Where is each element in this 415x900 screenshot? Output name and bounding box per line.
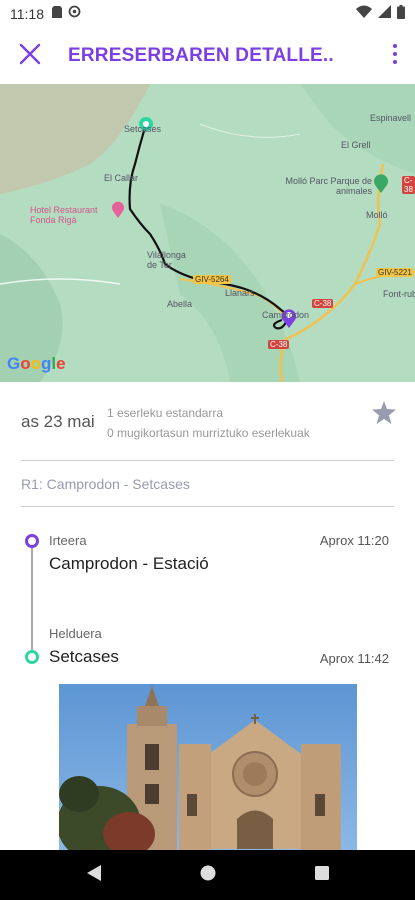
favorite-button[interactable] — [369, 400, 399, 430]
back-button[interactable] — [81, 862, 107, 888]
home-button[interactable] — [195, 862, 221, 888]
departure-stop: Camprodon - Estació — [49, 554, 209, 573]
road-badge: C-38 — [312, 299, 334, 308]
arrival-time: Aprox 11:42 — [319, 651, 389, 666]
arrival-label: Helduera — [49, 626, 102, 641]
destination-photo — [59, 684, 357, 850]
road-badge: C-38 — [402, 176, 415, 194]
recents-icon — [314, 865, 329, 885]
close-button[interactable] — [2, 28, 58, 84]
system-nav-bar — [0, 850, 415, 900]
divider — [21, 506, 394, 507]
status-bar: 11:18 — [0, 0, 415, 28]
wifi-icon — [356, 5, 372, 23]
close-icon — [19, 43, 41, 70]
map-label: Abella — [167, 299, 193, 309]
map-label: El Grell — [341, 140, 371, 150]
divider — [21, 460, 394, 461]
booking-date: as 23 mai — [21, 412, 95, 431]
page-title: ERRESERBAREN DETALLE.. — [68, 45, 334, 66]
map-label: Llanars — [225, 288, 255, 298]
back-icon — [86, 864, 101, 886]
seat-details: 1 eserleku estandarra 0 mugikortasun mur… — [107, 403, 310, 443]
map-label: Molló Parc Parque de animales — [285, 176, 372, 196]
reduced-mobility-seats: 0 mugikortasun murriztuko eserlekuak — [107, 426, 310, 440]
map-label: Font-rub — [383, 289, 415, 299]
google-logo: Google — [7, 354, 66, 373]
arrival-dot-icon — [25, 650, 39, 664]
star-icon — [372, 401, 396, 429]
timeline-line — [31, 548, 33, 656]
sd-card-icon — [52, 5, 62, 23]
map-label: Camprodon — [262, 310, 310, 320]
app-bar: ERRESERBAREN DETALLE.. — [0, 28, 415, 84]
map-label: Hotel Restaurant Fonda Rigà — [30, 205, 98, 225]
map-label: Espinavell — [370, 113, 412, 123]
route-title: R1: Camprodon - Setcases — [21, 476, 190, 492]
road-badge: GIV-5221 — [376, 268, 414, 277]
map-label: Setcases — [124, 124, 162, 134]
home-icon — [200, 865, 216, 886]
status-time: 11:18 — [10, 6, 44, 22]
more-options-button[interactable] — [375, 28, 415, 84]
map-label: Vilallonga de Ter — [147, 250, 186, 270]
arrival-stop: Setcases — [49, 647, 119, 666]
booking-summary: as 23 mai 1 eserleku estandarra 0 mugiko… — [0, 392, 415, 454]
road-badge: GIV-5264 — [193, 275, 231, 284]
road-badge: C-38 — [268, 340, 290, 349]
map-background — [0, 84, 415, 382]
sync-icon — [68, 5, 81, 23]
departure-time: Aprox 11:20 — [319, 533, 389, 548]
recents-button[interactable] — [309, 862, 335, 888]
route-map[interactable]: Setcases El Callar Hotel Restaurant Fond… — [0, 84, 415, 382]
map-label: El Callar — [104, 173, 139, 183]
standard-seats: 1 eserleku estandarra — [107, 406, 224, 420]
departure-dot-icon — [25, 534, 39, 548]
battery-icon — [397, 4, 405, 24]
map-label: Molló — [366, 210, 388, 220]
signal-icon — [378, 5, 391, 23]
departure-label: Irteera — [49, 533, 87, 548]
more-vert-icon — [393, 43, 397, 69]
